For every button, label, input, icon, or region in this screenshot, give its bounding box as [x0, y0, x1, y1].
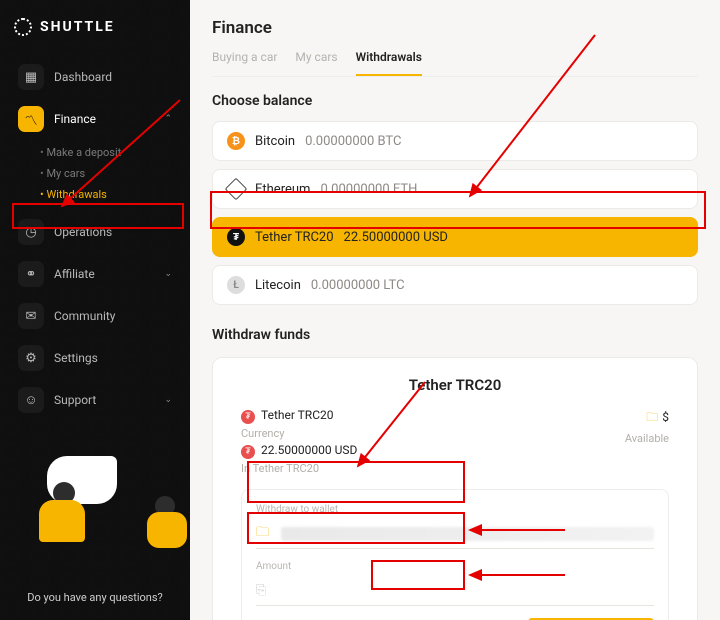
- brand-text: SHUTTLE: [40, 19, 115, 35]
- wallet-input-icon: ⎘: [256, 583, 266, 598]
- sidebar-item-dashboard[interactable]: ▦ Dashboard: [8, 56, 182, 98]
- sidebar-subnav-finance: Make a deposit My cars Withdrawals: [0, 140, 190, 211]
- balance-name: Tether TRC20: [255, 230, 334, 245]
- gear-icon: ⚙: [18, 345, 44, 371]
- balance-amount: 0.00000000 LTC: [311, 278, 405, 293]
- balance-name: Ethereum: [255, 182, 310, 197]
- sidebar-sub-mycars[interactable]: My cars: [40, 163, 190, 184]
- help-illustration: [0, 456, 190, 576]
- sidebar-nav-2: ◷ Operations ⚭ Affiliate ⌄ ✉ Community ⚙…: [0, 211, 190, 421]
- withdraw-panel-title: Tether TRC20: [241, 376, 669, 394]
- chevron-down-icon: ⌄: [164, 395, 172, 405]
- sidebar-item-label: Dashboard: [54, 70, 112, 84]
- sidebar-item-finance[interactable]: 〽 Finance ⌃: [8, 98, 182, 140]
- wallet-value-redacted: [281, 527, 654, 541]
- balance-eth[interactable]: Ethereum 0.00000000 ETH: [212, 169, 698, 209]
- sidebar-item-label: Finance: [54, 112, 96, 126]
- operations-icon: ◷: [18, 219, 44, 245]
- amount-label: Amount: [256, 561, 654, 572]
- balance-label: In Tether TRC20: [241, 462, 357, 475]
- sidebar-item-affiliate[interactable]: ⚭ Affiliate ⌄: [8, 253, 182, 295]
- withdraw-form: Withdraw to wallet 🗀 Amount ⎘ 2FA code S…: [241, 489, 669, 620]
- folder-icon: 🗀: [646, 410, 658, 424]
- sidebar-item-community[interactable]: ✉ Community: [8, 295, 182, 337]
- litecoin-icon: Ł: [227, 276, 245, 294]
- sidebar-item-label: Community: [54, 309, 115, 323]
- chevron-down-icon: ⌄: [164, 269, 172, 279]
- tether-badge-icon: ₮: [241, 445, 255, 459]
- ethereum-icon: [227, 180, 245, 198]
- support-icon: ☺: [18, 387, 44, 413]
- tab-buying[interactable]: Buying a car: [212, 44, 277, 76]
- finance-icon: 〽: [18, 106, 44, 132]
- available-label: Available: [625, 432, 669, 445]
- folder-icon: 🗀: [256, 523, 269, 545]
- main-content: Finance Buying a car My cars Withdrawals…: [190, 0, 720, 620]
- balance-btc[interactable]: ₿ Bitcoin 0.00000000 BTC: [212, 121, 698, 161]
- sidebar-item-settings[interactable]: ⚙ Settings: [8, 337, 182, 379]
- amount-field[interactable]: [274, 584, 654, 598]
- withdraw-panel: Tether TRC20 ₮Tether TRC20 Currency ₮22.…: [212, 357, 698, 620]
- logo-mark-icon: [14, 18, 32, 36]
- chevron-up-icon: ⌃: [164, 114, 172, 124]
- currency-label: Currency: [241, 427, 357, 440]
- page-title: Finance: [212, 12, 698, 44]
- choose-balance-heading: Choose balance: [212, 93, 698, 109]
- sidebar-item-label: Support: [54, 393, 96, 407]
- balance-ltc[interactable]: Ł Litecoin 0.00000000 LTC: [212, 265, 698, 305]
- sidebar-item-operations[interactable]: ◷ Operations: [8, 211, 182, 253]
- available-symbol: 🗀$: [625, 408, 669, 429]
- tab-mycars[interactable]: My cars: [295, 44, 337, 76]
- help-caption[interactable]: Do you have any questions?: [0, 591, 190, 604]
- sidebar-item-label: Affiliate: [54, 267, 95, 281]
- bitcoin-icon: ₿: [227, 132, 245, 150]
- tether-badge-icon: ₮: [241, 410, 255, 424]
- sidebar: SHUTTLE ▦ Dashboard 〽 Finance ⌃ Make a d…: [0, 0, 190, 620]
- withdraw-heading: Withdraw funds: [212, 327, 698, 343]
- sidebar-nav: ▦ Dashboard 〽 Finance ⌃: [0, 56, 190, 140]
- currency-name: ₮Tether TRC20: [241, 408, 357, 424]
- tether-icon: ₮: [227, 228, 245, 246]
- community-icon: ✉: [18, 303, 44, 329]
- balance-amount: 0.00000000 BTC: [305, 134, 401, 149]
- balance-list: ₿ Bitcoin 0.00000000 BTC Ethereum 0.0000…: [212, 121, 698, 305]
- affiliate-icon: ⚭: [18, 261, 44, 287]
- withdraw-meta: ₮Tether TRC20 Currency ₮22.50000000 USD …: [241, 408, 669, 475]
- sidebar-item-label: Operations: [54, 225, 112, 239]
- wallet-label: Withdraw to wallet: [256, 504, 654, 515]
- balance-value: ₮22.50000000 USD: [241, 443, 357, 459]
- amount-input[interactable]: ⎘: [256, 576, 654, 606]
- sidebar-item-label: Settings: [54, 351, 98, 365]
- brand-logo: SHUTTLE: [0, 0, 190, 56]
- balance-usdt[interactable]: ₮ Tether TRC20 22.50000000 USD: [212, 217, 698, 257]
- tabs: Buying a car My cars Withdrawals: [212, 44, 698, 77]
- dashboard-icon: ▦: [18, 64, 44, 90]
- balance-amount: 22.50000000 USD: [344, 230, 448, 245]
- balance-name: Litecoin: [255, 278, 301, 293]
- sidebar-item-support[interactable]: ☺ Support ⌄: [8, 379, 182, 421]
- balance-name: Bitcoin: [255, 134, 295, 149]
- tab-withdrawals[interactable]: Withdrawals: [356, 44, 422, 76]
- sidebar-sub-withdrawals[interactable]: Withdrawals: [40, 184, 190, 205]
- sidebar-sub-deposit[interactable]: Make a deposit: [40, 142, 190, 163]
- balance-amount: 0.00000000 ETH: [320, 182, 417, 197]
- wallet-input[interactable]: 🗀: [256, 519, 654, 549]
